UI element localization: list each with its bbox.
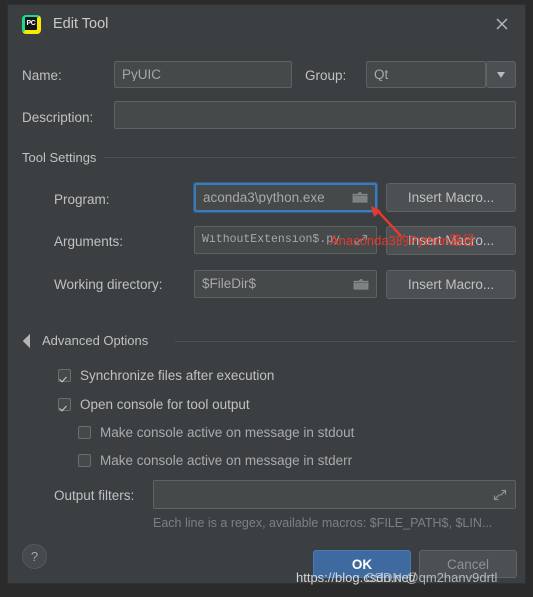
help-button[interactable]: ? [22,544,47,569]
checkbox-label-console-active-stderr: Make console active on message in stderr [100,453,353,468]
name-input-value: PyUIC [122,67,162,82]
arguments-input-value: WithoutExtension$.py [202,234,341,246]
folder-icon[interactable] [352,277,369,291]
checkbox-sync-files[interactable] [58,369,71,382]
checkbox-label-console-active-stdout: Make console active on message in stdout [100,425,355,440]
description-label: Description: [22,110,94,125]
pycharm-icon-letters: PC [26,20,36,27]
output-filters-hint: Each line is a regex, available macros: … [153,516,493,530]
group-label: Group: [305,68,347,83]
folder-icon[interactable] [351,191,368,205]
checkbox-row-console-active-stdout[interactable]: Make console active on message in stdout [78,425,354,440]
checkbox-label-sync-files: Synchronize files after execution [80,368,275,383]
group-combobox-value: Qt [374,67,389,82]
name-input[interactable]: PyUIC [114,61,292,88]
program-label: Program: [54,192,110,207]
program-insert-macro-button[interactable]: Insert Macro... [386,183,516,212]
program-input-value: aconda3\python.exe [203,190,325,205]
checkbox-console-active-stderr[interactable] [78,454,91,467]
name-label: Name: [22,68,62,83]
checkbox-row-open-console[interactable]: Open console for tool output [58,397,250,412]
working-directory-input-value: $FileDir$ [202,277,257,291]
tool-settings-section-label: Tool Settings [22,150,97,165]
pycharm-icon: PC [22,15,41,34]
edit-tool-dialog: PC Edit Tool Name: PyUIC Group: Qt Descr… [7,4,526,584]
advanced-options-section-label[interactable]: Advanced Options [42,333,148,348]
working-directory-insert-macro-button[interactable]: Insert Macro... [386,270,516,299]
checkbox-label-open-console: Open console for tool output [80,397,250,412]
dialog-title: Edit Tool [53,16,109,32]
group-combobox[interactable]: Qt [366,61,486,88]
checkbox-row-sync-files[interactable]: Synchronize files after execution [58,368,274,383]
output-filters-input[interactable] [153,480,516,509]
description-input[interactable] [114,101,516,129]
output-filters-label: Output filters: [54,488,135,503]
close-icon[interactable] [491,13,513,35]
arguments-input[interactable]: WithoutExtension$.py [194,226,377,254]
ok-button[interactable]: OK [313,550,411,578]
dialog-titlebar: PC Edit Tool [8,5,525,43]
arguments-insert-macro-button[interactable]: Insert Macro... [386,226,516,255]
expand-icon[interactable] [352,233,369,247]
working-directory-input[interactable]: $FileDir$ [194,270,377,298]
arguments-label: Arguments: [54,234,124,249]
working-directory-label: Working directory: [54,277,163,292]
tool-settings-separator [104,157,516,158]
advanced-options-separator [175,341,516,342]
triangle-down-icon[interactable] [22,333,38,349]
expand-icon[interactable] [491,488,508,502]
program-input[interactable]: aconda3\python.exe [193,182,378,213]
checkbox-open-console[interactable] [58,398,71,411]
checkbox-console-active-stdout[interactable] [78,426,91,439]
chevron-down-icon [497,71,505,78]
cancel-button[interactable]: Cancel [419,550,517,578]
checkbox-row-console-active-stderr[interactable]: Make console active on message in stderr [78,453,352,468]
group-dropdown-button[interactable] [486,61,516,88]
